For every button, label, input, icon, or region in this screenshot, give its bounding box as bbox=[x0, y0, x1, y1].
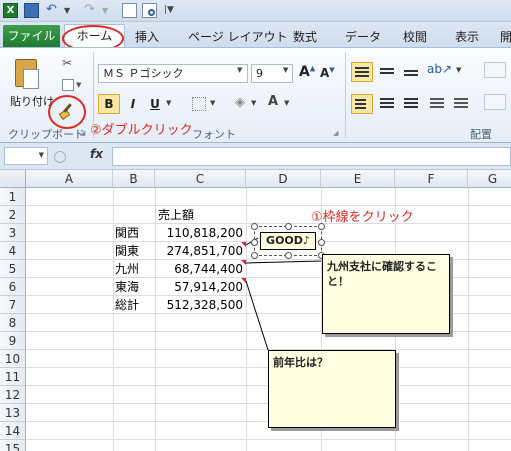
save-icon[interactable] bbox=[24, 3, 39, 18]
bold-button[interactable]: B bbox=[98, 94, 120, 114]
resize-handle[interactable] bbox=[285, 223, 292, 230]
alignment-group-label: 配置 bbox=[470, 128, 492, 141]
tab-view[interactable]: 表示 bbox=[455, 28, 479, 45]
align-left-button[interactable] bbox=[351, 94, 373, 114]
resize-handle[interactable] bbox=[285, 252, 292, 259]
grow-font-button[interactable]: A▲ bbox=[299, 64, 315, 80]
print-preview-icon[interactable] bbox=[142, 3, 157, 18]
tab-insert[interactable]: 挿入 bbox=[135, 28, 159, 45]
resize-handle[interactable] bbox=[251, 223, 258, 230]
font-group-label: フォント bbox=[192, 128, 236, 141]
new-document-icon[interactable] bbox=[122, 3, 137, 18]
fill-color-dropdown-icon[interactable]: ▼ bbox=[251, 99, 256, 107]
formula-cancel-icon[interactable] bbox=[54, 151, 66, 163]
copy-dropdown-icon[interactable]: ▼ bbox=[76, 81, 81, 89]
tab-developer[interactable]: 開 bbox=[500, 28, 511, 45]
good-shape-selection[interactable]: GOOD♪ bbox=[251, 223, 325, 259]
excel-logo-icon[interactable]: X bbox=[3, 3, 18, 18]
redo-icon[interactable]: ↷ bbox=[84, 3, 99, 18]
customize-qat-icon[interactable]: |▼ bbox=[164, 3, 179, 18]
align-middle-button[interactable] bbox=[377, 62, 397, 82]
undo-dropdown-icon[interactable]: ▼ bbox=[64, 3, 79, 18]
decrease-indent-button[interactable] bbox=[427, 94, 447, 114]
font-launcher-icon[interactable]: ◢ bbox=[333, 129, 338, 137]
align-center-button[interactable] bbox=[377, 94, 397, 114]
grow-font-label: A bbox=[299, 64, 310, 80]
font-name-dropdown-icon[interactable]: ▼ bbox=[237, 66, 242, 74]
tab-file[interactable]: ファイル bbox=[3, 25, 60, 47]
double-click-annotation: ②ダブルクリック bbox=[90, 123, 193, 138]
undo-icon[interactable]: ↶ bbox=[46, 3, 61, 18]
merge-center-button[interactable] bbox=[484, 94, 506, 110]
good-label[interactable]: GOOD♪ bbox=[260, 232, 316, 250]
separator bbox=[93, 52, 94, 138]
align-right-button[interactable] bbox=[401, 94, 421, 114]
align-bottom-button[interactable] bbox=[401, 62, 421, 82]
connector-line-prev-year bbox=[245, 280, 269, 351]
clipboard-group-label: クリップボード bbox=[8, 128, 85, 141]
name-box[interactable]: ▼ bbox=[4, 147, 48, 165]
clipboard-launcher-icon[interactable]: ◢ bbox=[80, 129, 85, 137]
comment-kyushu[interactable]: 九州支社に確認すること！ bbox=[322, 254, 450, 334]
click-border-annotation: ①枠線をクリック bbox=[311, 210, 414, 225]
borders-icon[interactable] bbox=[192, 97, 206, 111]
orientation-dropdown-icon[interactable]: ▼ bbox=[456, 66, 461, 74]
paste-label[interactable]: 貼り付け bbox=[10, 93, 54, 109]
font-color-dropdown-icon[interactable]: ▼ bbox=[284, 99, 289, 107]
paste-page-icon bbox=[23, 69, 39, 89]
name-box-dropdown-icon[interactable]: ▼ bbox=[39, 151, 44, 159]
underline-button[interactable]: U bbox=[146, 94, 164, 114]
italic-button[interactable]: I bbox=[124, 94, 142, 114]
orientation-button[interactable]: ab↗ bbox=[427, 62, 452, 82]
resize-handle[interactable] bbox=[251, 252, 258, 259]
wrap-text-button[interactable] bbox=[484, 62, 506, 78]
format-painter-highlight-circle bbox=[48, 95, 86, 129]
font-size-dropdown-icon[interactable]: ▼ bbox=[283, 66, 288, 74]
connector-line-kyushu bbox=[245, 260, 322, 264]
align-top-button[interactable] bbox=[351, 62, 373, 82]
font-color-icon[interactable]: A bbox=[268, 94, 278, 109]
shrink-font-button[interactable]: A▼ bbox=[320, 66, 335, 80]
formula-input[interactable] bbox=[112, 147, 511, 166]
insert-function-icon[interactable]: fx bbox=[90, 147, 103, 161]
comment-prev-year[interactable]: 前年比は？ bbox=[268, 350, 396, 428]
tab-formulas[interactable]: 数式 bbox=[293, 28, 317, 45]
paste-button[interactable] bbox=[10, 56, 44, 90]
redo-dropdown-icon[interactable]: ▼ bbox=[102, 3, 117, 18]
cut-icon[interactable]: ✂ bbox=[62, 56, 72, 70]
fill-color-icon[interactable]: ◈ bbox=[235, 95, 245, 110]
increase-indent-button[interactable] bbox=[451, 94, 471, 114]
tab-page-layout[interactable]: ページ レイアウト bbox=[188, 28, 288, 45]
separator bbox=[345, 52, 346, 138]
font-name-select[interactable]: ＭＳ Ｐゴシック bbox=[98, 64, 248, 83]
resize-handle[interactable] bbox=[251, 239, 258, 246]
tab-data[interactable]: データ bbox=[345, 28, 381, 45]
ribbon-home: 貼り付け ✂ ▼ ②ダブルクリック クリップボード ◢ ＭＳ Ｐゴシック ▼ 9… bbox=[0, 47, 511, 143]
tab-review[interactable]: 校閲 bbox=[403, 28, 427, 45]
shrink-font-label: A bbox=[320, 66, 330, 80]
borders-dropdown-icon[interactable]: ▼ bbox=[210, 99, 215, 107]
quick-access-toolbar: X ↶ ▼ ↷ ▼ |▼ bbox=[0, 0, 511, 22]
copy-icon[interactable] bbox=[62, 79, 74, 91]
resize-handle[interactable] bbox=[318, 239, 325, 246]
formula-bar: ▼ fx bbox=[0, 143, 511, 170]
worksheet-grid[interactable]: A B C D E F G 1 2 3 4 5 6 7 8 9 10 11 12 13 14 15 売上額 … bbox=[0, 170, 511, 451]
underline-dropdown-icon[interactable]: ▼ bbox=[166, 99, 171, 107]
